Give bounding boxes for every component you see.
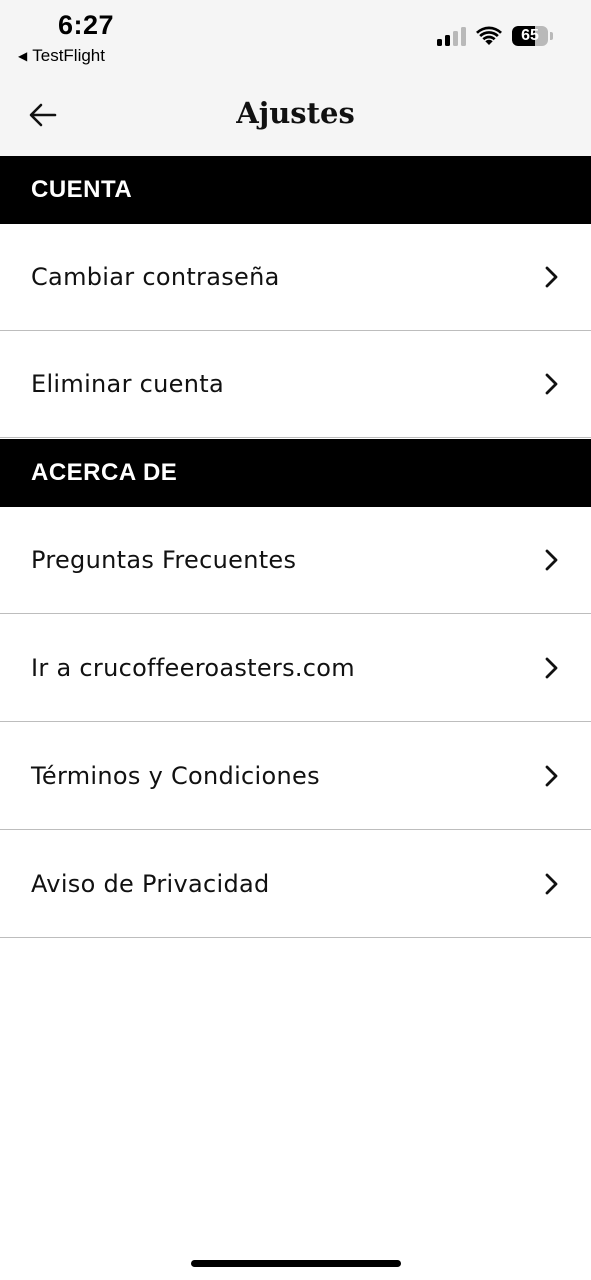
wifi-icon — [476, 26, 502, 45]
chevron-right-icon — [541, 264, 563, 290]
chevron-right-icon — [541, 371, 563, 397]
settings-row-label: Términos y Condiciones — [31, 762, 320, 790]
settings-row-aviso-privacidad[interactable]: Aviso de Privacidad — [0, 831, 591, 938]
status-bar: 6:27 ◀ TestFlight 65 — [0, 0, 591, 76]
settings-row-eliminar-cuenta[interactable]: Eliminar cuenta — [0, 331, 591, 438]
home-indicator[interactable] — [191, 1260, 401, 1267]
section-header-cuenta: CUENTA — [0, 156, 591, 224]
settings-row-label: Cambiar contraseña — [31, 263, 280, 291]
chevron-right-icon — [541, 763, 563, 789]
status-time: 6:27 — [58, 10, 115, 40]
settings-row-label: Eliminar cuenta — [31, 370, 224, 398]
settings-row-label: Aviso de Privacidad — [31, 870, 270, 898]
app-header: Ajustes — [0, 76, 591, 156]
chevron-right-icon — [541, 871, 563, 897]
back-to-app-label: TestFlight — [32, 46, 105, 65]
settings-row-terminos-condiciones[interactable]: Términos y Condiciones — [0, 723, 591, 830]
settings-row-label: Preguntas Frecuentes — [31, 546, 297, 574]
chevron-right-icon — [541, 547, 563, 573]
battery-percent: 65 — [521, 27, 539, 44]
page-title: Ajustes — [236, 96, 355, 130]
settings-row-label: Ir a crucoffeeroasters.com — [31, 654, 355, 682]
settings-row-cambiar-contrasena[interactable]: Cambiar contraseña — [0, 224, 591, 331]
back-to-app-link[interactable]: ◀ TestFlight — [18, 46, 105, 66]
back-triangle-icon: ◀ — [18, 49, 28, 63]
battery-icon: 65 — [512, 26, 548, 46]
status-indicators: 65 — [437, 26, 553, 46]
settings-row-website-link[interactable]: Ir a crucoffeeroasters.com — [0, 615, 591, 722]
section-header-acerca-de: ACERCA DE — [0, 439, 591, 507]
chevron-right-icon — [541, 655, 563, 681]
settings-row-preguntas-frecuentes[interactable]: Preguntas Frecuentes — [0, 507, 591, 614]
cellular-signal-icon — [437, 26, 466, 46]
